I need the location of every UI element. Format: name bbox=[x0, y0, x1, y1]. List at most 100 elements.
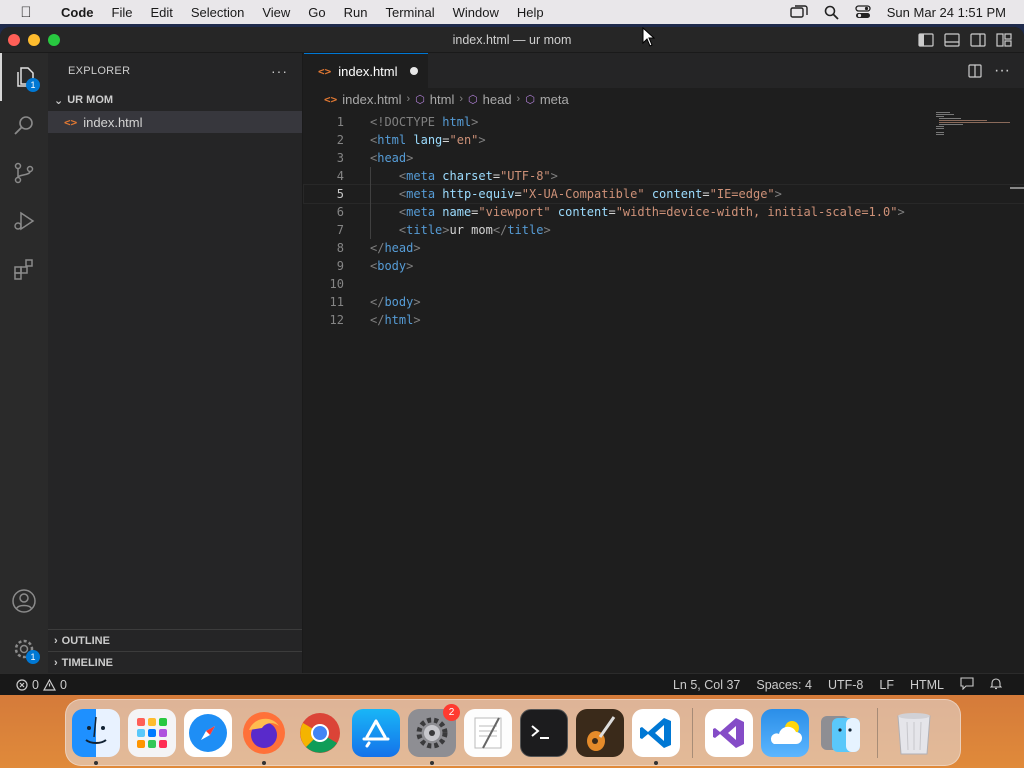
screen-mirroring-icon[interactable] bbox=[790, 5, 808, 19]
maximize-window-button[interactable] bbox=[48, 33, 60, 46]
code-editor[interactable]: 1 <!DOCTYPE html> 2 <html lang="en"> 3 <… bbox=[303, 113, 1024, 329]
dock-weather[interactable] bbox=[761, 708, 809, 757]
warning-icon bbox=[42, 678, 56, 691]
code-line[interactable]: 9 <body> bbox=[304, 257, 1024, 275]
manage-badge: 1 bbox=[26, 650, 40, 664]
menu-view[interactable]: View bbox=[253, 5, 299, 20]
file-encoding[interactable]: UTF-8 bbox=[820, 678, 871, 692]
activity-run-debug[interactable] bbox=[0, 197, 48, 245]
breadcrumb-file[interactable]: index.html bbox=[342, 92, 401, 107]
line-number: 5 bbox=[336, 187, 344, 201]
dock-chrome[interactable] bbox=[296, 709, 344, 757]
explorer-more-actions-icon[interactable]: ··· bbox=[271, 63, 288, 79]
feedback-icon[interactable] bbox=[952, 676, 982, 693]
breadcrumb-head[interactable]: head bbox=[483, 92, 512, 107]
dock-visual-studio[interactable] bbox=[705, 708, 753, 757]
problems-indicator[interactable]: 0 0 bbox=[0, 678, 67, 692]
menu-window[interactable]: Window bbox=[444, 5, 508, 20]
menu-selection[interactable]: Selection bbox=[182, 5, 253, 20]
end-of-line[interactable]: LF bbox=[871, 678, 902, 692]
close-window-button[interactable] bbox=[8, 33, 20, 46]
activity-extensions[interactable] bbox=[0, 245, 48, 293]
menu-edit[interactable]: Edit bbox=[141, 5, 181, 20]
customize-layout-icon[interactable] bbox=[996, 32, 1012, 47]
tab-index-html[interactable]: <> index.html bbox=[304, 53, 428, 88]
code-line[interactable]: 2 <html lang="en"> bbox=[304, 131, 1024, 149]
dock-garageband[interactable] bbox=[576, 708, 624, 757]
breadcrumb-html[interactable]: html bbox=[430, 92, 455, 107]
dock-divider bbox=[692, 707, 693, 758]
line-number: 3 bbox=[336, 151, 344, 165]
minimap[interactable] bbox=[934, 110, 1010, 140]
code-token: > bbox=[550, 169, 558, 183]
dock-vscode[interactable] bbox=[632, 708, 680, 765]
code-token: body bbox=[384, 295, 414, 309]
code-line[interactable]: 3 <head> bbox=[304, 149, 1024, 167]
activity-accounts[interactable] bbox=[0, 577, 48, 625]
split-editor-icon[interactable] bbox=[968, 63, 982, 78]
cursor-position[interactable]: Ln 5, Col 37 bbox=[665, 678, 748, 692]
dock-safari[interactable] bbox=[184, 708, 232, 757]
menu-app-name[interactable]: Code bbox=[52, 5, 103, 20]
code-token: title bbox=[507, 223, 544, 237]
code-line[interactable]: 7 <title>ur mom</title> bbox=[304, 221, 1024, 239]
more-actions-icon[interactable]: ··· bbox=[994, 62, 1010, 80]
dock-trash[interactable] bbox=[890, 709, 938, 757]
menu-terminal[interactable]: Terminal bbox=[377, 5, 444, 20]
dock-migration-assistant[interactable] bbox=[817, 709, 865, 757]
textedit-icon bbox=[474, 717, 502, 748]
notifications-bell-icon[interactable] bbox=[982, 677, 1010, 693]
indentation[interactable]: Spaces: 4 bbox=[748, 678, 820, 692]
dock-finder[interactable] bbox=[72, 708, 120, 765]
code-token: content bbox=[644, 187, 703, 201]
timeline-section[interactable]: › TIMELINE bbox=[48, 651, 302, 673]
outline-section[interactable]: › OUTLINE bbox=[48, 629, 302, 651]
dock-system-settings[interactable]: 2 bbox=[408, 703, 460, 765]
language-mode[interactable]: HTML bbox=[902, 678, 952, 692]
menu-run[interactable]: Run bbox=[335, 5, 377, 20]
file-tree-item-index-html[interactable]: <> index.html bbox=[48, 111, 302, 133]
code-token: = bbox=[608, 205, 616, 219]
menubar-clock[interactable]: Sun Mar 24 1:51 PM bbox=[887, 5, 1006, 20]
line-number: 4 bbox=[336, 169, 344, 183]
line-number: 6 bbox=[336, 205, 344, 219]
code-line[interactable]: 8 </head> bbox=[304, 239, 1024, 257]
running-indicator bbox=[262, 760, 266, 765]
dock-textedit[interactable] bbox=[464, 708, 512, 757]
menu-help[interactable]: Help bbox=[508, 5, 553, 20]
minimize-window-button[interactable] bbox=[28, 33, 40, 46]
editor-area: <> index.html ··· <> index.html › ⬡ html… bbox=[303, 53, 1024, 673]
activity-search[interactable] bbox=[0, 101, 48, 149]
dock-app-store[interactable] bbox=[352, 708, 400, 757]
activity-explorer[interactable]: 1 bbox=[0, 53, 48, 101]
code-token: html bbox=[442, 115, 472, 129]
dock-terminal[interactable] bbox=[520, 708, 568, 757]
breadcrumb-meta[interactable]: meta bbox=[540, 92, 569, 107]
activity-source-control[interactable] bbox=[0, 149, 48, 197]
toggle-panel-icon[interactable] bbox=[944, 32, 960, 47]
unsaved-dot-icon[interactable] bbox=[410, 67, 418, 75]
spotlight-search-icon[interactable] bbox=[824, 5, 839, 20]
code-token: = bbox=[514, 187, 522, 201]
menu-go[interactable]: Go bbox=[299, 5, 334, 20]
firefox-icon bbox=[243, 711, 285, 754]
code-line[interactable]: 4 <meta charset="UTF-8"> bbox=[304, 167, 1024, 185]
workspace-folder[interactable]: ⌄ UR MOM bbox=[48, 89, 302, 111]
guitar-icon bbox=[587, 715, 616, 751]
dock-firefox[interactable] bbox=[240, 709, 288, 765]
code-line[interactable]: 12 </html> bbox=[304, 311, 1024, 329]
breadcrumb: <> index.html › ⬡ html › ⬡ head › ⬡ meta bbox=[304, 88, 1024, 110]
toggle-secondary-sidebar-icon[interactable] bbox=[970, 32, 986, 47]
menu-file[interactable]: File bbox=[103, 5, 142, 20]
dock-launchpad[interactable] bbox=[128, 708, 176, 757]
code-token: "IE=edge" bbox=[709, 187, 775, 201]
toggle-primary-sidebar-icon[interactable] bbox=[918, 32, 934, 47]
code-line-current[interactable]: 5 <meta http-equiv="X-UA-Compatible" con… bbox=[303, 184, 1024, 204]
code-line[interactable]: 10 bbox=[304, 275, 1024, 293]
activity-manage[interactable]: 1 bbox=[0, 625, 48, 673]
apple-icon[interactable]:  bbox=[0, 4, 52, 21]
code-line[interactable]: 6 <meta name="viewport" content="width=d… bbox=[304, 203, 1024, 221]
code-line[interactable]: 1 <!DOCTYPE html> bbox=[304, 113, 1024, 131]
control-center-icon[interactable] bbox=[855, 5, 871, 19]
code-line[interactable]: 11 </body> bbox=[304, 293, 1024, 311]
